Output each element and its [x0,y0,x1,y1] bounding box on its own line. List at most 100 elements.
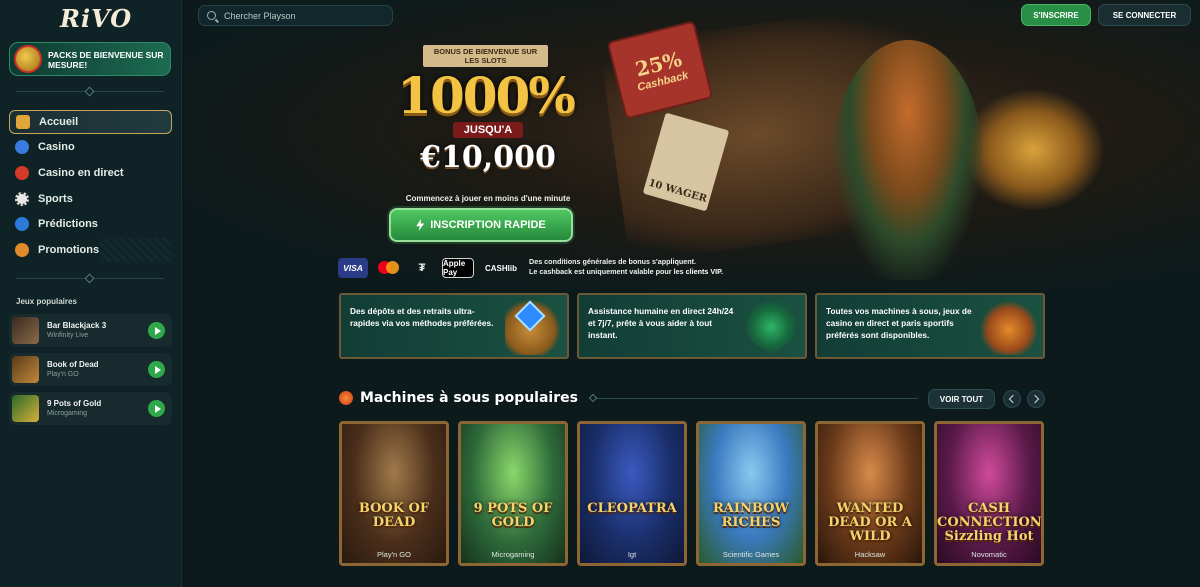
login-button[interactable]: SE CONNECTER [1098,4,1191,26]
quick-signup-button[interactable]: INSCRIPTION RAPIDE [389,208,573,242]
slot-title: BOOK OF DEAD [358,501,430,530]
popular-game-item[interactable]: 9 Pots of Gold Microgaming [9,392,172,425]
slot-card[interactable]: BOOK OF DEAD Play'n GO [339,421,449,566]
slot-title: 9 POTS OF GOLD [473,501,553,530]
lightning-icon [416,219,425,231]
fox-character-art [833,40,983,280]
game-name: 9 Pots of Gold [47,399,102,408]
game-thumbnail [12,395,39,422]
rivo-logo[interactable]: RiVO [60,4,132,33]
gift-icon [15,243,29,257]
game-thumbnail [12,356,39,383]
slot-provider: Novomatic [971,550,1007,559]
feature-card-support: Assistance humaine en direct 24h/24 et 7… [577,293,807,359]
slot-art [699,424,803,563]
see-all-button[interactable]: VOIR TOUT [928,389,995,409]
signup-button[interactable]: S'INSCRIRE [1021,4,1091,26]
sidebar: RiVO PACKS DE BIENVENUE SUR MESURE! Accu… [0,0,182,587]
game-provider: Winfinity Live [47,332,89,339]
search-bar[interactable] [198,5,393,26]
mastercard-icon [376,258,402,278]
feature-card-payments: Des dépôts et des retraits ultra-rapides… [339,293,569,359]
slot-art [461,424,565,563]
popular-game-item[interactable]: Book of Dead Play'n GO [9,353,172,386]
slots-section-icon [339,391,353,405]
casino-chip-icon [15,140,29,154]
play-button[interactable] [148,400,165,417]
feature-text: Des dépôts et des retraits ultra-rapides… [350,306,494,328]
popular-games-label: Jeux populaires [16,297,77,306]
divider [16,86,164,97]
money-bag-icon [505,299,561,355]
carousel-next-icon[interactable] [1027,390,1045,408]
nav-promotions[interactable]: Promotions [9,238,172,262]
slot-art [342,424,446,563]
slot-provider: Hacksaw [854,550,886,559]
game-provider: Microgaming [47,410,88,417]
slot-card[interactable]: CASH CONNECTION Sizzling Hot Novomatic [934,421,1044,566]
payment-methods: VISA ₮ Apple Pay CASHlib [338,258,520,278]
terms-line-1: Des conditions générales de bonus s'appl… [529,257,697,266]
bonus-terms-note: Des conditions générales de bonus s'appl… [529,257,799,277]
slot-title: WANTED DEAD OR A WILD [828,501,912,544]
bonus-banner-title: BONUS DE BIENVENUE SUR LES SLOTS [423,45,548,67]
roulette-icon [15,166,29,180]
globe-icon [15,217,29,231]
nav-accueil[interactable]: Accueil [9,110,172,134]
nav-live-casino[interactable]: Casino en direct [9,161,172,185]
search-icon [207,11,216,20]
search-input[interactable] [224,10,374,21]
feature-text: Toutes vos machines à sous, jeux de casi… [826,306,972,340]
nav-label: Accueil [39,116,79,128]
home-icon [16,115,30,129]
game-name: Book of Dead [47,360,99,369]
section-divider [588,393,918,403]
nav-label: Prédictions [38,218,98,230]
bonus-percent: 1000% [397,66,576,125]
welcome-packs-promo[interactable]: PACKS DE BIENVENUE SUR MESURE! [9,42,171,76]
treasure-chest-art [963,90,1103,210]
carousel-prev-icon[interactable] [1003,390,1021,408]
slot-card[interactable]: CLEOPATRA Igt [577,421,687,566]
feature-card-games: Toutes vos machines à sous, jeux de casi… [815,293,1045,359]
section-title: Machines à sous populaires [360,390,578,406]
nav-label: Casino [38,141,75,153]
tether-icon: ₮ [418,262,426,274]
cashlib-icon: CASHlib [485,263,517,273]
feature-text: Assistance humaine en direct 24h/24 et 7… [588,306,734,340]
slot-provider: Play'n GO [377,550,411,559]
nav-label: Casino en direct [38,167,124,179]
slot-title: CASH CONNECTION Sizzling Hot [937,501,1042,544]
slot-card[interactable]: RAINBOW RICHES Scientific Games [696,421,806,566]
game-provider: Play'n GO [47,371,79,378]
terms-line-2: Le cashback est uniquement valable pour … [529,267,724,276]
slot-card[interactable]: WANTED DEAD OR A WILD Hacksaw [815,421,925,566]
game-name: Bar Blackjack 3 [47,321,107,330]
nav-label: Promotions [38,244,100,256]
slot-provider: Igt [627,550,637,559]
hero-subtitle: Commencez à jouer en moins d'une minute [405,194,571,203]
play-button[interactable] [148,322,165,339]
slot-art [580,424,684,563]
soccer-ball-icon [15,192,29,206]
divider [16,273,164,284]
play-button[interactable] [148,361,165,378]
slot-provider: Scientific Games [722,550,780,559]
quick-signup-label: INSCRIPTION RAPIDE [430,219,546,231]
nav-label: Sports [38,193,73,205]
promo-badge-icon [14,45,42,73]
slot-machine-icon [981,299,1037,355]
bonus-amount: €10,000 [420,140,556,175]
slot-provider: Microgaming [491,550,535,559]
bonus-up-to: JUSQU'A [453,122,523,138]
support-shield-icon [743,299,799,355]
nav-sports[interactable]: Sports [9,187,172,211]
slot-card[interactable]: 9 POTS OF GOLD Microgaming [458,421,568,566]
nav-predictions[interactable]: Prédictions [9,212,172,236]
visa-icon: VISA [338,258,368,278]
slot-title: CLEOPATRA [587,501,677,516]
popular-game-item[interactable]: Bar Blackjack 3 Winfinity Live [9,314,172,347]
nav-casino[interactable]: Casino [9,135,172,159]
game-thumbnail [12,317,39,344]
hero-banner: 25% Cashback 10 WAGER BONUS DE BIENVENUE… [183,0,1200,290]
